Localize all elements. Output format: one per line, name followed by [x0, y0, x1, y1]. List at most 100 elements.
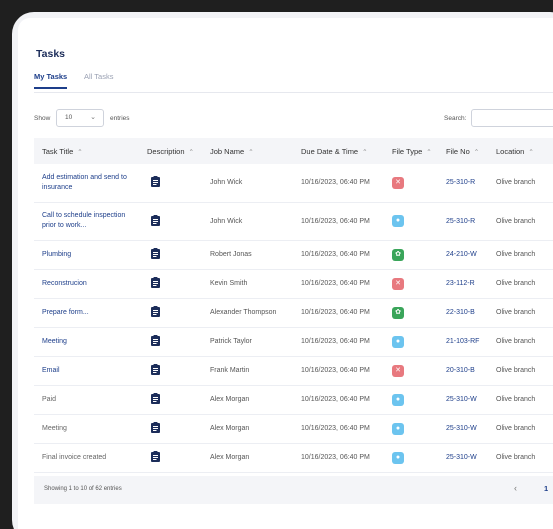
- tab-all-tasks[interactable]: All Tasks: [84, 72, 113, 87]
- column-header[interactable]: Location ⌃: [488, 138, 553, 164]
- tasks-card: Tasks My Tasks All Tasks Show 10 ⌄ entri…: [18, 18, 553, 529]
- file-number[interactable]: 21-103-RF: [438, 327, 488, 357]
- table-row[interactable]: Call to schedule inspection prior to wor…: [34, 202, 553, 241]
- location: Olive branch: [488, 414, 553, 444]
- tools-file-type-icon: ✕: [392, 176, 404, 189]
- task-title[interactable]: Call to schedule inspection prior to wor…: [34, 202, 139, 241]
- description-cell: [139, 298, 202, 328]
- entries-summary: Showing 1 to 10 of 62 entries: [44, 486, 122, 492]
- table-row[interactable]: Reconstrucion Kevin Smith 10/16/2023, 06:4…: [34, 269, 553, 299]
- file-number[interactable]: 24-210-W: [438, 240, 488, 270]
- job-name: John Wick: [202, 202, 293, 241]
- due-date: 10/16/2023, 06:40 PM: [293, 356, 384, 386]
- description-cell: [139, 240, 202, 270]
- page-1-button[interactable]: 1: [544, 484, 548, 493]
- column-header[interactable]: Job Name ⌃: [202, 138, 293, 164]
- column-header[interactable]: Task Title ⌃: [34, 138, 139, 164]
- document-icon[interactable]: [151, 364, 160, 375]
- sort-icon: ⌃: [77, 148, 83, 156]
- task-title[interactable]: Paid: [34, 385, 139, 415]
- location: Olive branch: [488, 240, 553, 270]
- document-icon[interactable]: [151, 248, 160, 259]
- table-body: Add estimation and send to insurance John…: [34, 164, 553, 473]
- task-title[interactable]: Plumbing: [34, 240, 139, 270]
- column-header-label: Due Date & Time: [301, 146, 359, 156]
- entries-select[interactable]: 10 ⌄: [56, 109, 104, 127]
- task-title[interactable]: Meeting: [34, 327, 139, 357]
- location: Olive branch: [488, 164, 553, 203]
- table-row[interactable]: Plumbing Robert Jonas 10/16/2023, 06:40 PM…: [34, 240, 553, 270]
- document-icon[interactable]: [151, 393, 160, 404]
- task-title[interactable]: Meeting: [34, 414, 139, 444]
- tab-my-tasks[interactable]: My Tasks: [34, 72, 68, 89]
- file-type-cell: ●: [384, 327, 438, 357]
- file-number[interactable]: 25-310-W: [438, 443, 488, 473]
- column-header[interactable]: File No ⌃: [438, 138, 488, 164]
- document-icon[interactable]: [151, 277, 160, 288]
- search-input[interactable]: [471, 109, 553, 127]
- file-type-cell: ✕: [384, 356, 438, 386]
- task-title[interactable]: Final invoice created: [34, 443, 139, 473]
- document-icon[interactable]: [151, 214, 160, 226]
- tools-file-type-icon: ✕: [392, 277, 404, 290]
- location: Olive branch: [488, 298, 553, 328]
- file-type-cell: ✕: [384, 164, 438, 203]
- file-number[interactable]: 23-112-R: [438, 269, 488, 299]
- sort-icon: ⌃: [426, 148, 432, 156]
- file-type-cell: ✿: [384, 298, 438, 328]
- sort-icon: ⌃: [188, 148, 194, 156]
- task-title[interactable]: Prepare form...: [34, 298, 139, 328]
- tools-file-type-icon: ✕: [392, 364, 404, 377]
- description-cell: [139, 164, 202, 203]
- table-row[interactable]: Paid Alex Morgan 10/16/2023, 06:40 PM ● 25-3…: [34, 385, 553, 415]
- table-row[interactable]: Add estimation and send to insurance John…: [34, 164, 553, 203]
- task-title[interactable]: Add estimation and send to insurance: [34, 164, 139, 203]
- table-header-row: Task Title ⌃ Description ⌃ Job Name ⌃ Due Date…: [34, 138, 553, 164]
- column-header-label: Task Title: [42, 146, 74, 156]
- entries-select-value: 10: [65, 114, 73, 121]
- column-header-label: Location: [496, 146, 525, 156]
- document-icon[interactable]: [151, 451, 160, 462]
- due-date: 10/16/2023, 06:40 PM: [293, 240, 384, 270]
- document-icon[interactable]: [151, 422, 160, 433]
- table-row[interactable]: Final invoice created Alex Morgan 10/16/20…: [34, 443, 553, 473]
- column-header[interactable]: Due Date & Time ⌃: [293, 138, 384, 164]
- tasks-table: Task Title ⌃ Description ⌃ Job Name ⌃ Due Date…: [34, 138, 553, 473]
- file-number[interactable]: 25-310-R: [438, 202, 488, 241]
- document-icon[interactable]: [151, 306, 160, 317]
- description-cell: [139, 202, 202, 241]
- document-icon[interactable]: [151, 176, 160, 188]
- due-date: 10/16/2023, 06:40 PM: [293, 443, 384, 473]
- location: Olive branch: [488, 202, 553, 241]
- chevron-left-icon[interactable]: ‹: [514, 483, 528, 497]
- column-header-label: Description: [147, 146, 185, 156]
- file-number[interactable]: 25-310-R: [438, 164, 488, 203]
- table-controls: Show 10 ⌄ entries Search:: [34, 109, 553, 129]
- water-file-type-icon: ●: [392, 422, 404, 435]
- file-number[interactable]: 25-310-W: [438, 414, 488, 444]
- task-title[interactable]: Email: [34, 356, 139, 386]
- table-row[interactable]: Meeting Alex Morgan 10/16/2023, 06:40 PM ● 2…: [34, 414, 553, 444]
- table-row[interactable]: Meeting Patrick Taylor 10/16/2023, 06:40 P…: [34, 327, 553, 357]
- description-cell: [139, 443, 202, 473]
- table-row[interactable]: Prepare form... Alexander Thompson 10/16/2…: [34, 298, 553, 328]
- column-header[interactable]: File Type ⌃: [384, 138, 438, 164]
- file-type-cell: ●: [384, 414, 438, 444]
- app-frame: Tasks My Tasks All Tasks Show 10 ⌄ entri…: [12, 12, 553, 529]
- file-number[interactable]: 20-310-B: [438, 356, 488, 386]
- due-date: 10/16/2023, 06:40 PM: [293, 202, 384, 241]
- description-cell: [139, 327, 202, 357]
- column-header[interactable]: Description ⌃: [139, 138, 202, 164]
- file-number[interactable]: 22-310-B: [438, 298, 488, 328]
- file-number[interactable]: 25-310-W: [438, 385, 488, 415]
- sort-icon: ⌃: [528, 148, 534, 156]
- job-name: Alex Morgan: [202, 385, 293, 415]
- water-file-type-icon: ●: [392, 215, 404, 227]
- document-icon[interactable]: [151, 335, 160, 346]
- table-row[interactable]: Email Frank Martin 10/16/2023, 06:40 PM ✕ 20…: [34, 356, 553, 386]
- task-title[interactable]: Reconstrucion: [34, 269, 139, 299]
- file-type-cell: ✿: [384, 240, 438, 270]
- due-date: 10/16/2023, 06:40 PM: [293, 298, 384, 328]
- file-type-cell: ●: [384, 202, 438, 241]
- tasks-table-wrap: Task Title ⌃ Description ⌃ Job Name ⌃ Due Date…: [34, 138, 553, 473]
